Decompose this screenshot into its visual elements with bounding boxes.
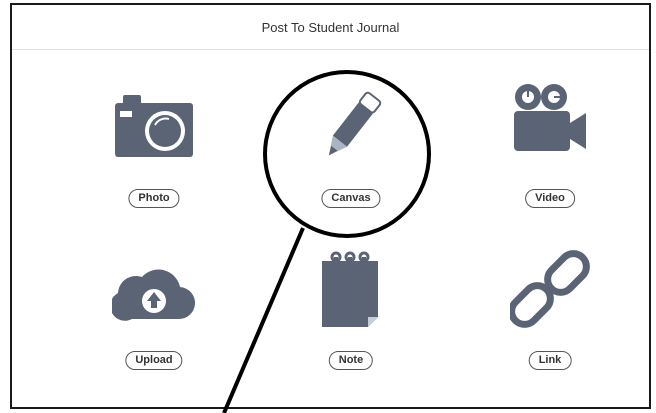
upload-label: Upload: [125, 351, 183, 370]
note-label: Note: [328, 351, 374, 370]
video-option[interactable]: Video: [490, 84, 610, 223]
camera-icon: [115, 95, 193, 157]
photo-option[interactable]: Photo: [94, 93, 214, 223]
link-label: Link: [528, 351, 572, 370]
link-option[interactable]: Link: [490, 250, 610, 387]
notepad-icon: [322, 251, 378, 327]
upload-option[interactable]: Upload: [94, 257, 214, 387]
video-label: Video: [525, 189, 575, 208]
cloud-upload-icon: [112, 269, 195, 321]
canvas-option[interactable]: Canvas: [291, 91, 411, 223]
video-camera-icon: [514, 84, 586, 151]
note-option[interactable]: Note: [291, 251, 411, 387]
dialog-title: Post To Student Journal: [12, 5, 649, 50]
pencil-icon: [328, 91, 382, 156]
post-dialog: Post To Student Journal Photo Canvas Vid…: [10, 3, 651, 409]
photo-label: Photo: [128, 189, 180, 208]
chain-link-icon: [510, 250, 590, 328]
canvas-label: Canvas: [321, 189, 381, 208]
